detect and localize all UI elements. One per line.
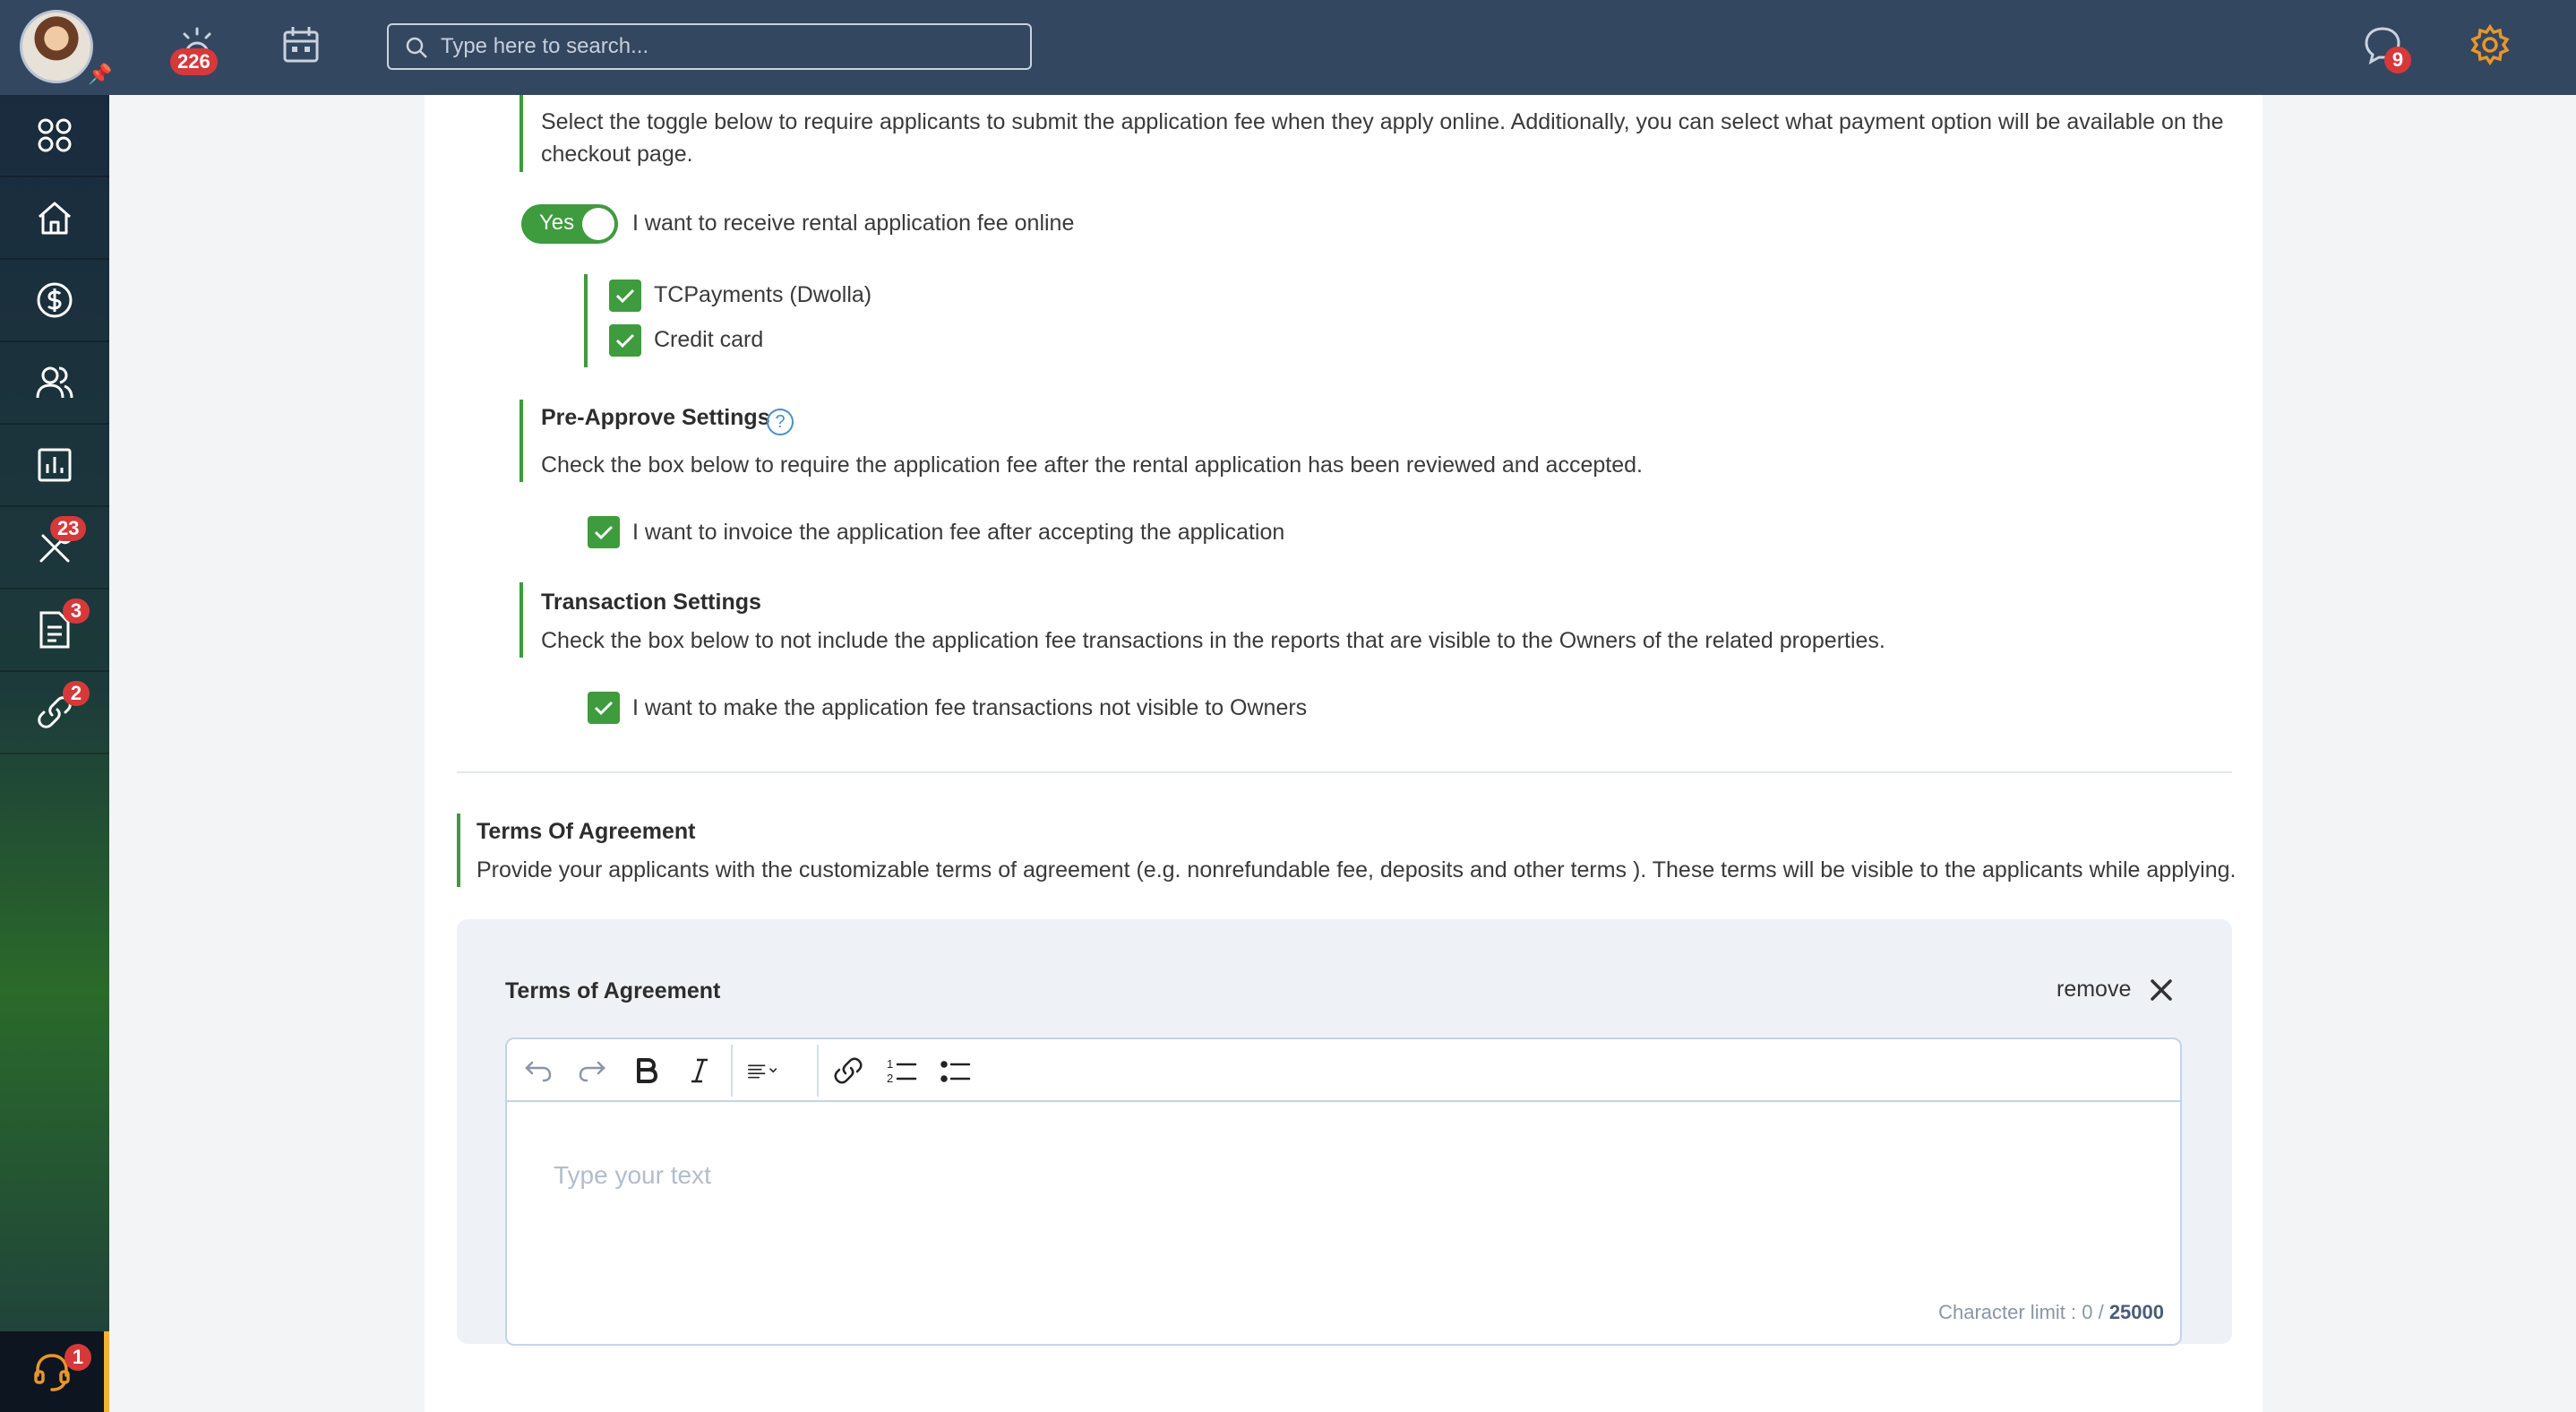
terms-panel-title: Terms of Agreement bbox=[505, 978, 721, 1003]
check-icon bbox=[615, 333, 635, 349]
support-button[interactable] bbox=[0, 1331, 109, 1412]
maintenance-badge: 23 bbox=[50, 516, 87, 541]
messages-badge: 9 bbox=[2384, 47, 2411, 73]
pin-icon: 📌 bbox=[88, 63, 113, 85]
apps-grid-icon bbox=[38, 118, 72, 152]
character-limit: Character limit : 0 / 25000 bbox=[1938, 1301, 2164, 1324]
toggle-label: Yes bbox=[539, 211, 575, 235]
transaction-checkbox-label: I want to make the application fee trans… bbox=[632, 695, 1308, 720]
support-badge: 1 bbox=[64, 1344, 91, 1371]
close-icon[interactable] bbox=[2146, 975, 2177, 1005]
sidebar-item-properties[interactable] bbox=[0, 177, 109, 260]
character-limit-max: 25000 bbox=[2108, 1301, 2164, 1323]
help-icon[interactable]: ? bbox=[767, 409, 794, 435]
bullet-list-icon[interactable] bbox=[937, 1052, 975, 1089]
terms-title: Terms Of Agreement bbox=[477, 819, 696, 844]
editor-toolbar: 12 bbox=[507, 1039, 2180, 1102]
search-icon bbox=[406, 37, 427, 58]
toolbar-separator bbox=[731, 1045, 733, 1097]
transaction-title: Transaction Settings bbox=[541, 590, 761, 615]
sidebar-item-accounting[interactable] bbox=[0, 260, 109, 342]
home-icon bbox=[39, 202, 71, 235]
transaction-section-bar bbox=[519, 582, 523, 658]
redo-icon[interactable] bbox=[573, 1052, 611, 1089]
terms-section-bar bbox=[457, 814, 460, 887]
check-icon bbox=[594, 525, 614, 540]
terms-editor[interactable]: 12 Type your text Character limit : 0 / … bbox=[505, 1037, 2182, 1346]
user-avatar[interactable] bbox=[20, 10, 93, 83]
sidebar-item-integrations[interactable]: 2 bbox=[0, 672, 109, 754]
credit-card-checkbox[interactable] bbox=[609, 324, 641, 357]
svg-text:2: 2 bbox=[887, 1072, 893, 1085]
transaction-checkbox[interactable] bbox=[588, 692, 620, 724]
editor-placeholder[interactable]: Type your text bbox=[554, 1161, 711, 1190]
svg-text:1: 1 bbox=[887, 1057, 893, 1071]
italic-icon[interactable] bbox=[681, 1052, 718, 1089]
toolbar-separator bbox=[817, 1045, 819, 1097]
dollar-circle-icon bbox=[37, 282, 73, 318]
check-icon bbox=[594, 701, 614, 716]
pre-approve-checkbox-label: I want to invoice the application fee af… bbox=[632, 520, 1285, 545]
pre-approve-section-bar bbox=[519, 400, 523, 482]
toggle-knob bbox=[582, 208, 614, 240]
online-fee-section-bar bbox=[519, 95, 523, 172]
character-limit-label: Character limit : 0 / bbox=[1938, 1301, 2109, 1323]
top-bar: 📌 226 9 bbox=[0, 0, 2576, 95]
bold-icon[interactable] bbox=[627, 1052, 665, 1089]
calendar-icon[interactable] bbox=[279, 23, 322, 66]
users-icon bbox=[36, 366, 73, 399]
tcpayments-checkbox[interactable] bbox=[609, 280, 641, 312]
search-input[interactable] bbox=[441, 32, 1014, 61]
sidebar: 23 3 2 bbox=[0, 95, 109, 1412]
alerts-badge: 226 bbox=[170, 48, 218, 75]
undo-icon[interactable] bbox=[519, 1052, 557, 1089]
remove-button[interactable]: remove bbox=[2057, 977, 2131, 1003]
search-box[interactable] bbox=[387, 23, 1032, 70]
ordered-list-icon[interactable]: 12 bbox=[883, 1052, 921, 1089]
sidebar-item-reports[interactable] bbox=[0, 425, 109, 507]
link-icon[interactable] bbox=[829, 1052, 867, 1089]
sidebar-item-documents[interactable]: 3 bbox=[0, 590, 109, 672]
pre-approve-description: Check the box below to require the appli… bbox=[541, 452, 1643, 478]
transaction-description: Check the box below to not include the a… bbox=[541, 628, 1885, 653]
check-icon bbox=[615, 288, 635, 304]
sidebar-item-people[interactable] bbox=[0, 342, 109, 425]
integrations-badge: 2 bbox=[63, 681, 90, 706]
terms-description: Provide your applicants with the customi… bbox=[477, 857, 2237, 882]
online-fee-description: Select the toggle below to require appli… bbox=[541, 109, 2224, 167]
section-divider bbox=[457, 771, 2232, 773]
pre-approve-title: Pre-Approve Settings bbox=[541, 405, 770, 430]
credit-card-label: Credit card bbox=[654, 327, 764, 352]
documents-badge: 3 bbox=[63, 598, 90, 624]
pre-approve-checkbox[interactable] bbox=[588, 516, 620, 548]
sidebar-item-maintenance[interactable]: 23 bbox=[0, 507, 109, 590]
online-fee-toggle[interactable]: Yes bbox=[521, 204, 618, 244]
bar-chart-icon bbox=[38, 448, 72, 482]
tcpayments-label: TCPayments (Dwolla) bbox=[654, 282, 872, 307]
align-dropdown-icon[interactable] bbox=[745, 1052, 804, 1089]
sidebar-item-dashboard[interactable] bbox=[0, 95, 109, 177]
settings-gear-icon[interactable] bbox=[2469, 23, 2512, 66]
payment-options-bar bbox=[584, 274, 588, 367]
online-fee-toggle-text: I want to receive rental application fee… bbox=[632, 211, 1075, 236]
